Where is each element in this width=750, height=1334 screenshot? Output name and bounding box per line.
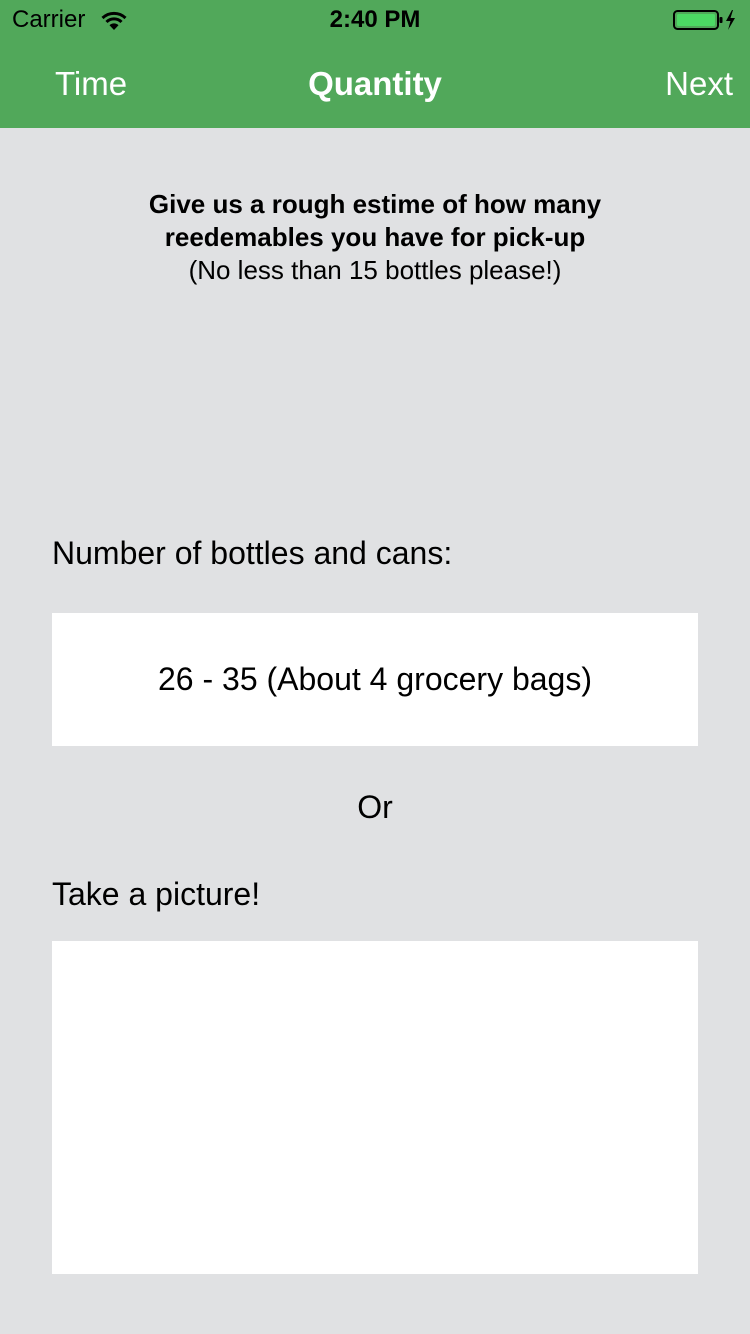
or-divider-label: Or [357, 789, 393, 825]
app-header: Carrier 2:40 PM Time Quantity Next [0, 0, 750, 128]
status-bar: Carrier 2:40 PM [0, 0, 750, 40]
intro-line-2: reedemables you have for pick-up [164, 222, 586, 252]
intro-text: Give us a rough estime of how many reede… [75, 188, 675, 287]
next-button[interactable]: Next [665, 64, 733, 104]
status-time: 2:40 PM [329, 6, 421, 33]
intro-note: (No less than 15 bottles please!) [188, 255, 562, 285]
intro-line-1: Give us a rough estime of how many [148, 189, 602, 219]
photo-label: Take a picture! [52, 876, 261, 912]
battery-charging-icon [673, 9, 737, 31]
page-title: Quantity [308, 65, 442, 102]
navigation-bar: Time Quantity Next [0, 40, 750, 128]
quantity-picker[interactable]: 26 - 35 (About 4 grocery bags) [52, 613, 698, 746]
photo-capture-area[interactable] [52, 941, 698, 1274]
quantity-selected-value: 26 - 35 (About 4 grocery bags) [157, 661, 592, 697]
quantity-label: Number of bottles and cans: [52, 535, 453, 571]
